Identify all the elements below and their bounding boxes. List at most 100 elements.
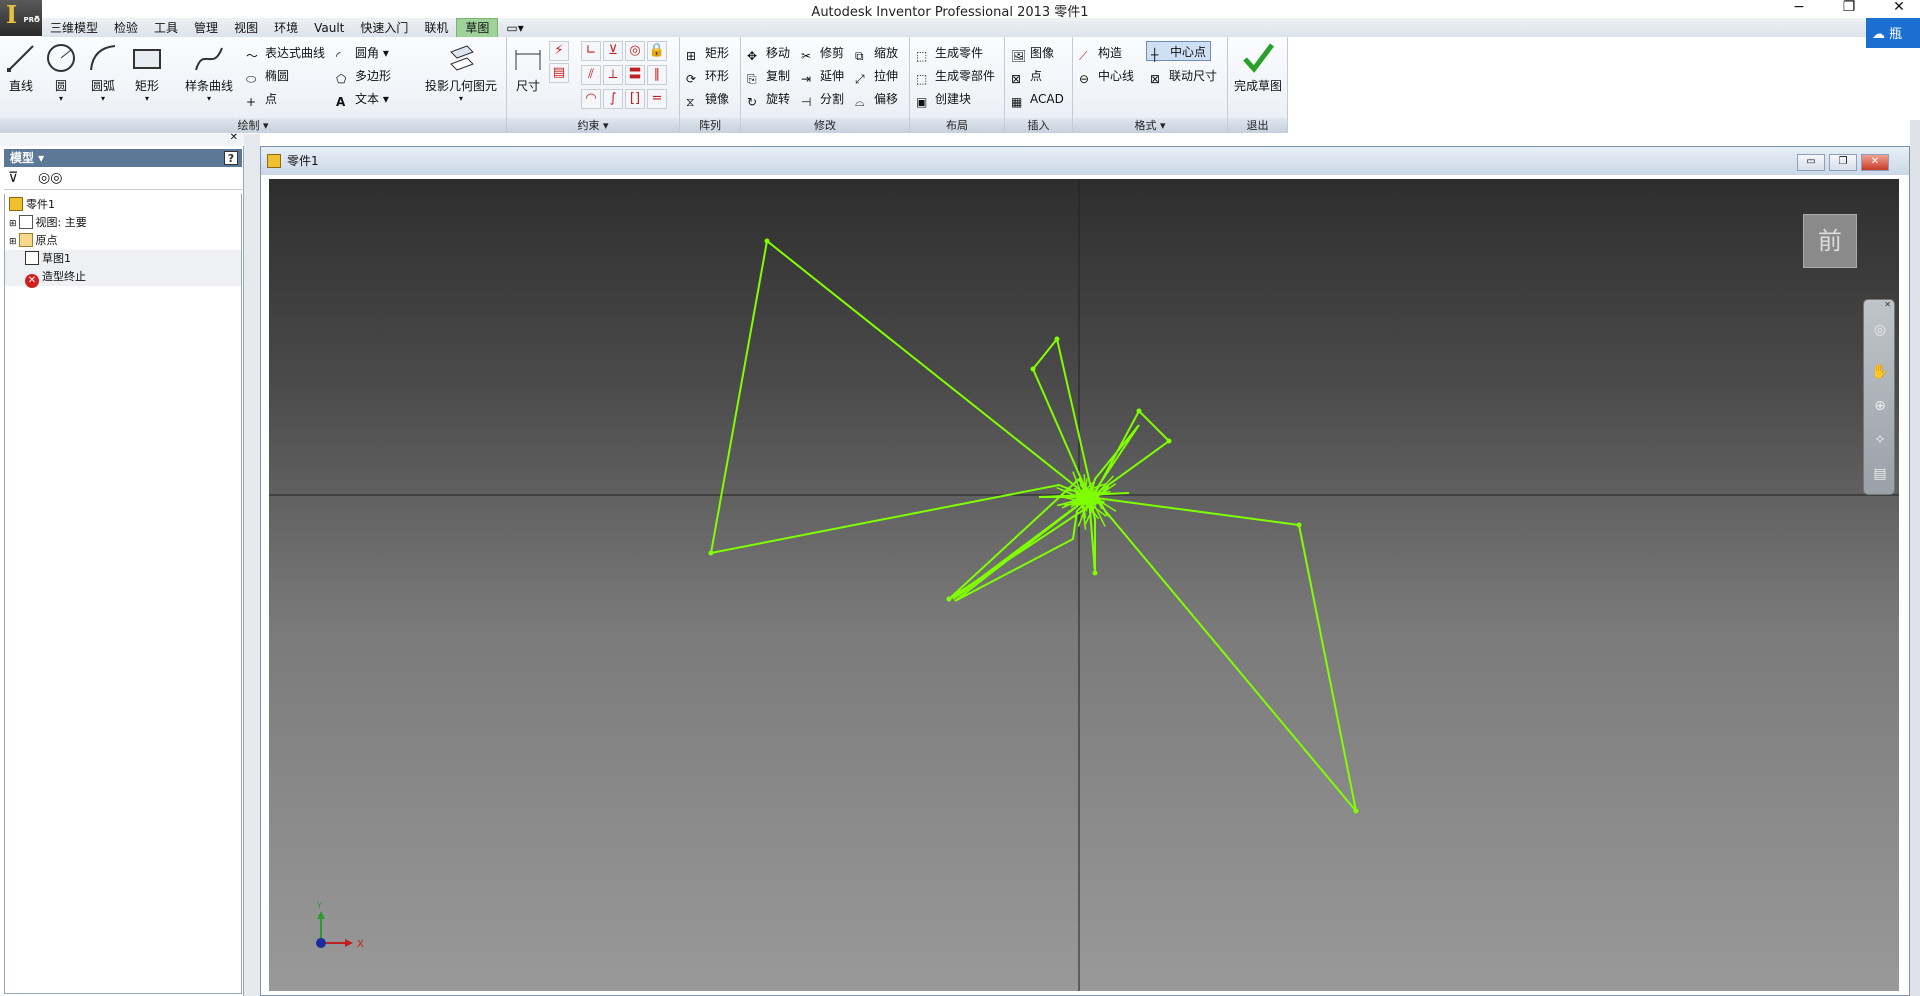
sketch-fan-segment[interactable] [962, 496, 1090, 592]
circular-pattern-button[interactable]: ⟳ 环形 [686, 66, 729, 86]
sketch-vertex[interactable] [946, 596, 952, 602]
extend-button[interactable]: ⇥ 延伸 [801, 66, 844, 86]
trim-button[interactable]: ✂ 修剪 [801, 43, 844, 63]
driven-dimension-button[interactable]: ⊠ 联动尺寸 [1150, 66, 1217, 86]
insert-acad-button[interactable]: ▦ ACAD [1011, 89, 1064, 109]
show-constraints-icon[interactable]: ▤ [549, 63, 569, 83]
sketch-vertex[interactable] [764, 238, 770, 244]
application-menu-button[interactable]: I ▾ PRO [0, 0, 42, 36]
equation-curve-button[interactable]: 〜表达式曲线 [246, 43, 325, 63]
split-button[interactable]: ⊣ 分割 [801, 89, 844, 109]
make-part-button[interactable]: ⬚ 生成零件 [916, 43, 983, 63]
line-button[interactable]: 直线 [2, 41, 40, 94]
close-button[interactable]: ✕ [1880, 0, 1918, 16]
tab-vault[interactable]: Vault [306, 19, 352, 38]
tab-sketch[interactable]: 草图 [456, 18, 499, 38]
insert-points-button[interactable]: ⊠ 点 [1011, 66, 1042, 86]
sketch-vertex[interactable] [1296, 522, 1302, 528]
auto-dimension-icon[interactable]: ⚡ [549, 41, 569, 61]
equal-icon[interactable]: = [647, 89, 667, 109]
perpendicular-icon[interactable]: ⟂ [603, 65, 623, 85]
horizontal-icon[interactable]: 〓 [625, 65, 645, 85]
finish-sketch-button[interactable]: 完成草图 [1230, 41, 1286, 94]
pan-icon[interactable]: ✋ [1870, 362, 1890, 382]
copy-button[interactable]: ⎘ 复制 [747, 66, 790, 86]
mirror-button[interactable]: ⧖ 镜像 [686, 89, 729, 109]
browser-header[interactable]: 模型 ▾ ? [4, 149, 242, 167]
cloud-button[interactable]: ☁ 瓶 [1866, 18, 1920, 48]
sketch-vertex[interactable] [1092, 570, 1098, 576]
expand-icon[interactable]: ⊞ [9, 237, 17, 247]
sketch-vertex[interactable] [1136, 408, 1142, 414]
minimize-button[interactable]: − [1780, 0, 1818, 16]
tab-tools[interactable]: 工具 [146, 19, 186, 38]
doc-restore-button[interactable]: ❐ [1829, 154, 1857, 171]
fillet-button[interactable]: ◜ 圆角 ▾ [336, 43, 389, 63]
doc-close-button[interactable]: ✕ [1861, 154, 1889, 171]
rectangular-pattern-button[interactable]: ⊞ 矩形 [686, 43, 729, 63]
tree-node-sketch[interactable]: 草图1 [5, 250, 241, 268]
symmetric-icon[interactable]: [] [625, 89, 645, 109]
look-at-icon[interactable]: ▤ [1870, 464, 1890, 484]
help-icon[interactable]: ? [224, 151, 238, 165]
filter-icon[interactable]: ⊽ [8, 170, 18, 186]
text-button[interactable]: A 文本 ▾ [336, 89, 389, 109]
tab-online[interactable]: 联机 [416, 19, 456, 38]
expand-icon[interactable]: ⊞ [9, 219, 17, 229]
sketch-vertex[interactable] [1030, 366, 1036, 372]
centerline-button[interactable]: ⊖ 中心线 [1079, 66, 1134, 86]
polygon-button[interactable]: ⬠ 多边形 [336, 66, 391, 86]
rotate-button[interactable]: ↻ 旋转 [747, 89, 790, 109]
steering-wheel-icon[interactable]: ◎ [1870, 320, 1890, 340]
tab-3d-model[interactable]: 三维模型 [42, 19, 106, 38]
tab-view[interactable]: 视图 [226, 19, 266, 38]
scale-button[interactable]: ⧉ 缩放 [855, 43, 898, 63]
viewcube[interactable]: 前 [1803, 214, 1857, 268]
graphics-viewport[interactable]: 前 ✕ ◎ ✋ ⊕ ✧ ▤ X Y [269, 179, 1899, 991]
tab-environments[interactable]: 环境 [266, 19, 306, 38]
center-point-button[interactable]: ┼ 中心点 [1146, 41, 1212, 62]
sketch-geometry[interactable] [708, 238, 1359, 814]
dimension-button[interactable]: 尺寸 [509, 41, 547, 94]
tangent-icon[interactable]: ◠ [581, 89, 601, 109]
tree-node-origin[interactable]: ⊞ 原点 [5, 232, 241, 250]
tree-node-view[interactable]: ⊞ 视图: 主要 [5, 214, 241, 232]
circle-button[interactable]: 圆 ▾ [42, 41, 80, 103]
rectangle-button[interactable]: 矩形 ▾ [128, 41, 166, 103]
sketch-canvas[interactable] [269, 179, 1899, 991]
ellipse-button[interactable]: ⬭ 椭圆 [246, 66, 289, 86]
smooth-icon[interactable]: ∫ [603, 89, 623, 109]
close-icon[interactable]: ✕ [230, 132, 238, 143]
spline-button[interactable]: 样条曲线 ▾ [180, 41, 238, 103]
vertical-icon[interactable]: ∥ [647, 65, 667, 85]
point-button[interactable]: + 点 [246, 89, 277, 109]
tab-inspect[interactable]: 检验 [106, 19, 146, 38]
tab-manage[interactable]: 管理 [186, 19, 226, 38]
sketch-vertex[interactable] [1166, 438, 1172, 444]
tree-node-part[interactable]: 零件1 [5, 196, 241, 214]
fix-icon[interactable]: 🔒 [647, 41, 667, 61]
coincident-icon[interactable]: ∟ [581, 41, 601, 61]
stretch-button[interactable]: ⤢ 拉伸 [855, 66, 898, 86]
tree-node-end-of-part[interactable]: ✕ 造型终止 [5, 268, 241, 288]
zoom-icon[interactable]: ⊕ [1870, 396, 1890, 416]
close-icon[interactable]: ✕ [1884, 300, 1891, 309]
project-geometry-button[interactable]: 投影几何图元 ▾ [416, 41, 506, 103]
sketch-polyline[interactable] [709, 239, 1357, 812]
create-block-button[interactable]: ▣ 创建块 [916, 89, 971, 109]
sketch-vertex[interactable] [1353, 808, 1359, 814]
sketch-vertex[interactable] [1054, 336, 1060, 342]
sketch-vertex[interactable] [708, 550, 714, 556]
make-components-button[interactable]: ⬚ 生成零部件 [916, 66, 995, 86]
doc-minimize-button[interactable]: ▭ [1797, 154, 1825, 171]
parallel-icon[interactable]: ⫽ [581, 65, 601, 85]
insert-image-button[interactable]: 🖼 图像 [1011, 43, 1054, 63]
document-title-bar[interactable]: 零件1 ▭ ❐ ✕ [261, 147, 1909, 175]
tab-get-started[interactable]: 快速入门 [352, 19, 416, 38]
restore-button[interactable]: ❐ [1830, 0, 1868, 16]
offset-button[interactable]: ⌓ 偏移 [855, 89, 898, 109]
collinear-icon[interactable]: ⊻ [603, 41, 623, 61]
binoculars-icon[interactable]: ◎◎ [38, 170, 62, 186]
move-button[interactable]: ✥ 移动 [747, 43, 790, 63]
orbit-icon[interactable]: ✧ [1870, 430, 1890, 450]
